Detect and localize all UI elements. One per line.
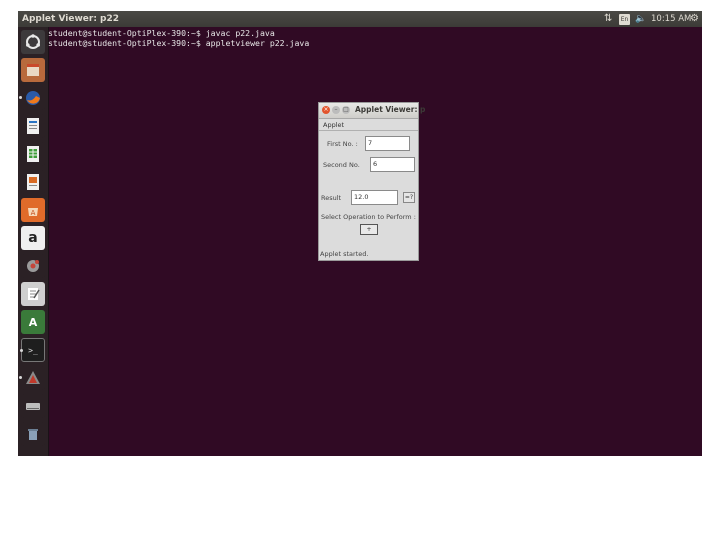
libreoffice-writer-icon[interactable] — [21, 114, 45, 138]
speaker-icon[interactable]: 🔈 — [635, 11, 646, 27]
result-field[interactable]: 12.0 — [351, 190, 398, 205]
ubuntu-dash-icon[interactable] — [21, 30, 45, 54]
result-label: Result — [321, 194, 342, 202]
operator-label: Select Operation to Perform : — [321, 213, 416, 221]
terminal-line: student@student-OptiPlex-390:~$ javac p2… — [48, 28, 275, 38]
desktop-screen: Applet Viewer: p22 ⇅ En 🔈 10:15 AM ⚙ A a… — [18, 11, 702, 456]
top-panel: Applet Viewer: p22 ⇅ En 🔈 10:15 AM ⚙ — [18, 11, 702, 27]
keyboard-layout-indicator[interactable]: En — [619, 11, 630, 27]
launcher: A a A >_ — [18, 27, 49, 456]
operator-select[interactable]: + — [360, 224, 378, 235]
amazon-icon[interactable]: a — [21, 226, 45, 250]
gear-icon[interactable]: ⚙ — [690, 11, 699, 27]
active-window-title: Applet Viewer: p22 — [22, 14, 120, 24]
window-title: Applet Viewer: p — [355, 105, 426, 114]
terminal-line: student@student-OptiPlex-390:~$ appletvi… — [48, 38, 310, 48]
terminal-output: student@student-OptiPlex-390:~$ javac p2… — [48, 28, 309, 48]
trash-icon[interactable] — [21, 422, 45, 446]
svg-text:A: A — [31, 209, 36, 217]
ubuntu-software-center-icon[interactable]: A — [21, 198, 45, 222]
software-updater-icon-label: A — [28, 315, 38, 329]
java-app-icon[interactable] — [19, 366, 45, 390]
files-icon[interactable] — [21, 58, 45, 82]
keyboard-layout-label: En — [619, 13, 630, 25]
amazon-icon-label: a — [28, 230, 38, 246]
applet-status: Applet started. — [320, 250, 369, 258]
first-no-label: First No. : — [327, 140, 358, 148]
system-settings-icon[interactable] — [21, 254, 45, 278]
software-updater-icon[interactable]: A — [21, 310, 45, 334]
firefox-icon[interactable] — [19, 86, 45, 110]
maximize-icon[interactable]: □ — [342, 106, 350, 114]
minimize-icon[interactable]: – — [332, 106, 340, 114]
menu-divider — [319, 130, 418, 131]
terminal-icon-label: >_ — [28, 345, 38, 355]
clock[interactable]: 10:15 AM — [651, 11, 691, 27]
applet-viewer-window[interactable]: × – □ Applet Viewer: p Applet First No. … — [318, 102, 425, 261]
libreoffice-calc-icon[interactable] — [21, 142, 45, 166]
running-indicator — [20, 349, 23, 352]
close-icon[interactable]: × — [322, 106, 330, 114]
drive-icon[interactable] — [21, 394, 45, 418]
calculate-button[interactable]: =? — [403, 192, 415, 203]
window-titlebar[interactable]: × – □ Applet Viewer: p — [319, 103, 425, 119]
applet-menu[interactable]: Applet — [323, 121, 344, 129]
first-no-field[interactable]: 7 — [365, 136, 410, 151]
second-no-label: Second No. — [323, 161, 360, 169]
text-editor-icon[interactable] — [21, 282, 45, 306]
terminal-icon[interactable]: >_ — [20, 338, 45, 362]
running-indicator — [19, 376, 22, 379]
running-indicator — [19, 96, 22, 99]
second-no-field[interactable]: 6 — [370, 157, 415, 172]
network-arrows-icon[interactable]: ⇅ — [604, 11, 612, 27]
libreoffice-impress-icon[interactable] — [21, 170, 45, 194]
